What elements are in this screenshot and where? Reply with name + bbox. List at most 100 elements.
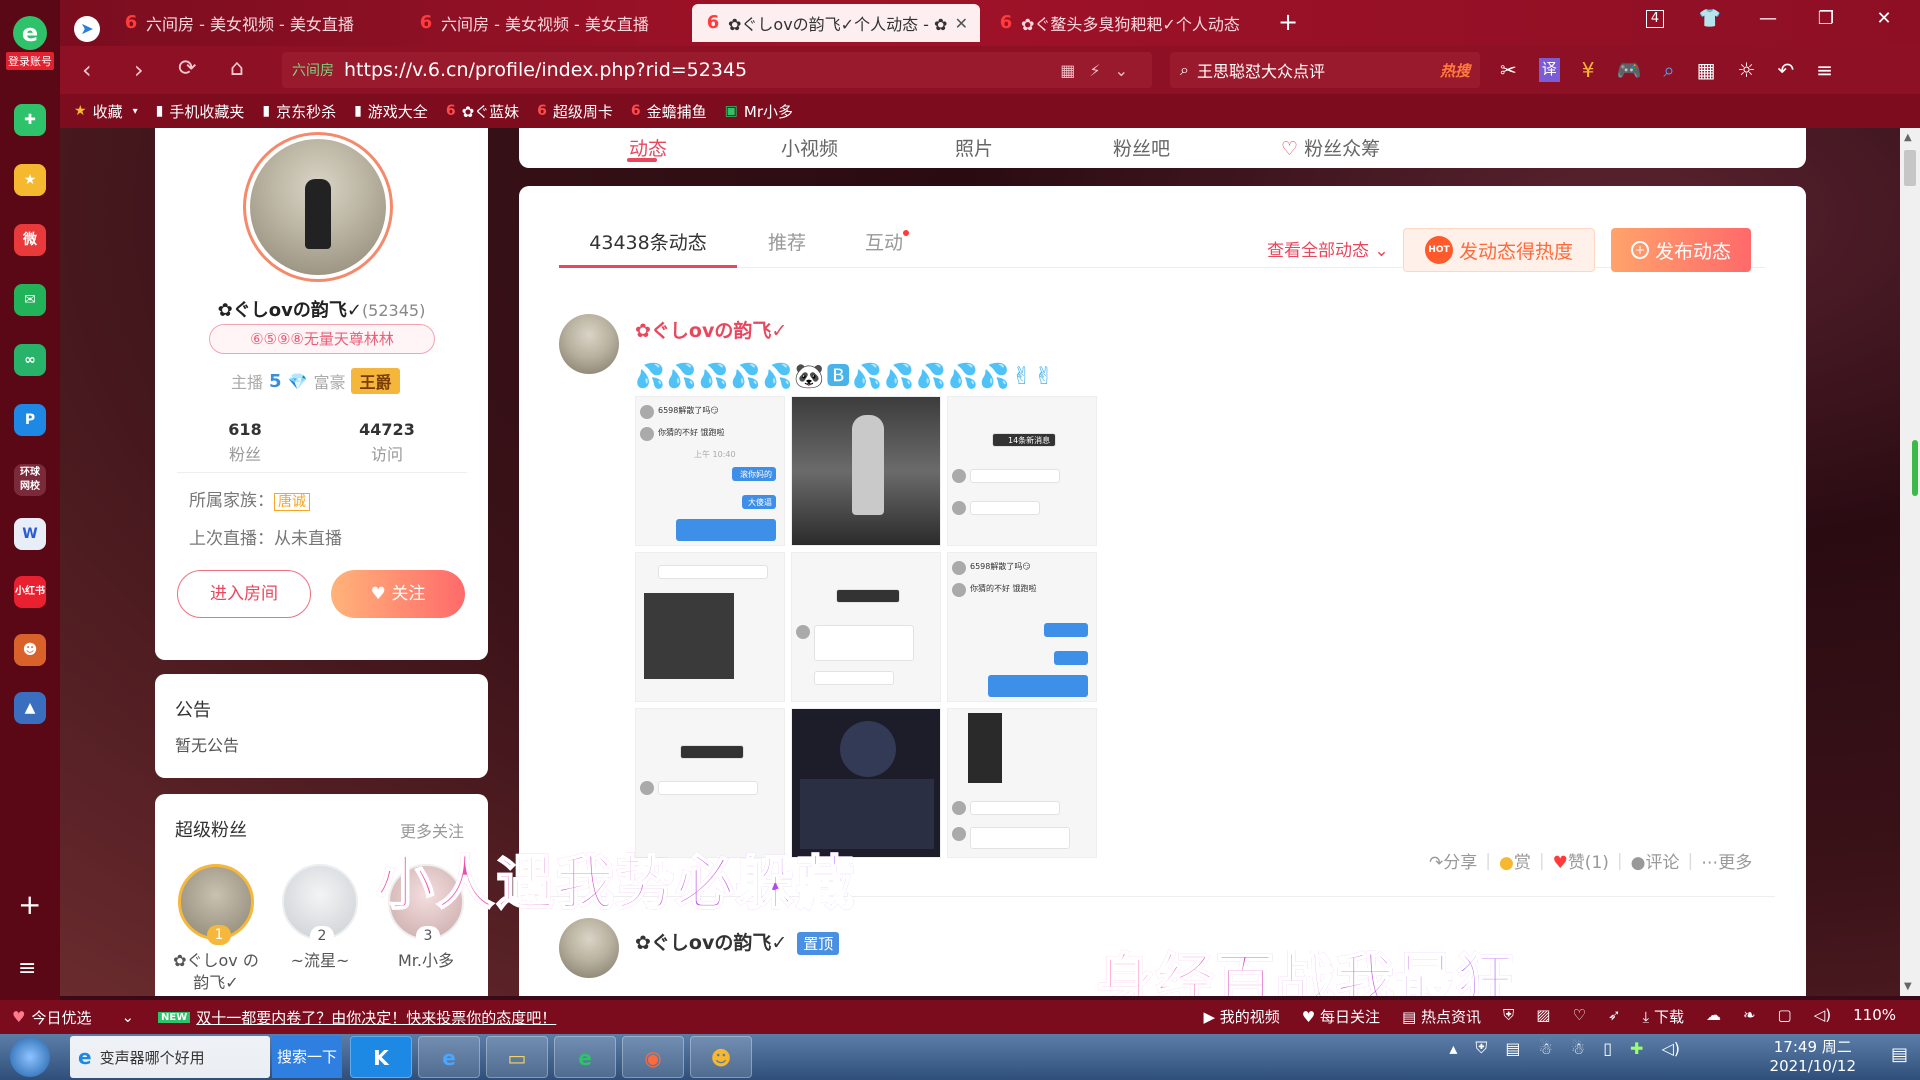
- reward-action[interactable]: ●赏: [1499, 848, 1531, 873]
- color-wheel-app-icon[interactable]: ◉: [622, 1036, 684, 1078]
- p-app-icon[interactable]: P: [14, 404, 46, 436]
- leaf-icon[interactable]: ❧: [1743, 1006, 1756, 1027]
- plus-app-icon[interactable]: ✚: [14, 104, 46, 136]
- health-icon[interactable]: ♡: [1572, 1006, 1585, 1027]
- nav-short-video[interactable]: 小视频: [781, 134, 838, 161]
- gamepad-icon[interactable]: 🎮: [1617, 58, 1642, 82]
- taskbar-search-button[interactable]: 搜索一下: [272, 1036, 342, 1078]
- qq-icon[interactable]: ☃: [1539, 1039, 1553, 1058]
- undo-icon[interactable]: ↶: [1777, 58, 1794, 82]
- bookmark-fishing[interactable]: 6 金蟾捕鱼: [631, 101, 707, 122]
- xiaohongshu-icon[interactable]: 小红书: [14, 576, 46, 608]
- tab-count-icon[interactable]: 4: [1646, 9, 1664, 28]
- page-scrollbar[interactable]: ▲ ▼: [1900, 128, 1920, 996]
- enter-room-button[interactable]: 进入房间: [177, 570, 311, 618]
- fans-stat[interactable]: 618 粉丝: [195, 420, 295, 465]
- speaker-icon[interactable]: ◁): [1814, 1006, 1831, 1027]
- chat-app-icon[interactable]: ☻: [690, 1036, 752, 1078]
- ie-browser-icon[interactable]: e: [418, 1036, 480, 1078]
- cloud-icon[interactable]: ☁: [1706, 1006, 1721, 1027]
- super-fan-2[interactable]: 2 ~流星~: [275, 864, 365, 972]
- chat-screenshot-image[interactable]: 14条新消息: [947, 396, 1097, 546]
- more-action[interactable]: ⋯更多: [1701, 848, 1752, 873]
- bookmark-weekcard[interactable]: 6 超级周卡: [537, 101, 613, 122]
- browser-logo[interactable]: e 登录账号: [6, 16, 54, 72]
- my-videos-link[interactable]: ▶ 我的视频: [1203, 1006, 1279, 1027]
- start-button[interactable]: [10, 1037, 50, 1077]
- tab-profile-active[interactable]: 6 ✿ぐしovの韵飞✓个人动态 - ✿ ✕: [692, 4, 980, 42]
- download-link[interactable]: ⤓ 下载: [1643, 1006, 1684, 1027]
- scroll-down-icon[interactable]: ▼: [1904, 981, 1912, 992]
- publish-post-button[interactable]: + 发布动态: [1611, 228, 1751, 272]
- shield-icon[interactable]: ⛨: [1503, 1006, 1514, 1027]
- bookmark-games[interactable]: ▮ 游戏大全: [354, 101, 428, 122]
- chat-screenshot-image[interactable]: 6598解散了吗😏 你猜的不好 饿跑啦: [947, 552, 1097, 702]
- tab-profile-2[interactable]: 6 ✿ぐ鳌头多臭狗耙耙✓个人动态: [985, 4, 1265, 42]
- system-clock[interactable]: 17:49 周二 2021/10/12: [1770, 1038, 1856, 1076]
- magnifier-icon[interactable]: ⌕: [1663, 58, 1674, 82]
- file-explorer-icon[interactable]: ▭: [486, 1036, 548, 1078]
- taskbar-search-field[interactable]: e 变声器哪个好用: [70, 1036, 270, 1078]
- nav-dynamic[interactable]: 动态: [629, 134, 667, 161]
- tab-liujianfang-1[interactable]: 6 六间房 - 美女视频 - 美女直播: [110, 4, 400, 42]
- rocket-icon[interactable]: ➶: [1608, 1006, 1621, 1027]
- url-input[interactable]: 六间房 https://v.6.cn/profile/index.php?rid…: [282, 52, 1152, 88]
- loop-app-icon[interactable]: ∞: [14, 344, 46, 376]
- bookmark-favorites[interactable]: ★ 收藏 ▾: [74, 101, 138, 122]
- back-arrow-icon[interactable]: ‹: [82, 56, 92, 84]
- scroll-up-icon[interactable]: ▲: [1904, 132, 1912, 143]
- family-tag[interactable]: 唐诚: [274, 493, 310, 511]
- 360-browser-icon[interactable]: e: [554, 1036, 616, 1078]
- nav-crowdfund[interactable]: ♡ 粉丝众筹: [1281, 134, 1380, 161]
- comment-action[interactable]: ●评论: [1631, 848, 1680, 873]
- qq-icon-2[interactable]: ☃: [1571, 1039, 1585, 1058]
- chat-screenshot-image[interactable]: [947, 708, 1097, 858]
- url-action-icons[interactable]: ▦⚡⌄: [1060, 61, 1142, 80]
- follow-button[interactable]: ♥ 关注: [331, 570, 465, 618]
- scissors-icon[interactable]: ✂: [1500, 58, 1517, 82]
- window-icon[interactable]: ▢: [1778, 1006, 1792, 1027]
- taskbar-search-text[interactable]: 变声器哪个好用: [100, 1047, 205, 1068]
- share-action[interactable]: ↷分享: [1429, 848, 1477, 873]
- chat-screenshot-image[interactable]: [791, 552, 941, 702]
- post-author-name[interactable]: ✿ぐしovの韵飞✓: [635, 316, 787, 343]
- volume-icon[interactable]: ◁): [1661, 1039, 1680, 1058]
- post-for-heat-button[interactable]: HOT 发动态得热度: [1403, 228, 1595, 272]
- k-app-icon[interactable]: K: [350, 1036, 412, 1078]
- today-picks[interactable]: ♥ 今日优选 ⌄: [12, 1007, 134, 1028]
- tray-expand-icon[interactable]: ▴: [1449, 1039, 1457, 1058]
- home-icon[interactable]: ⌂: [230, 56, 244, 81]
- chat-screenshot-image[interactable]: [635, 552, 785, 702]
- game-app-icon[interactable]: 环球 网校: [14, 464, 46, 496]
- url-text[interactable]: https://v.6.cn/profile/index.php?rid=523…: [344, 59, 747, 81]
- news-ticker-link[interactable]: 双十一都要内卷了？由你决定！快来投票你的态度吧！: [196, 1007, 556, 1028]
- word-doc-icon[interactable]: W: [14, 518, 46, 550]
- shirt-skin-icon[interactable]: 👕: [1698, 8, 1722, 29]
- bookmark-mobile[interactable]: ▮ 手机收藏夹: [156, 101, 245, 122]
- brightness-icon[interactable]: ☼: [1738, 58, 1756, 82]
- login-label[interactable]: 登录账号: [6, 52, 54, 70]
- more-menu-icon[interactable]: ≡: [1816, 58, 1833, 82]
- tab-liujianfang-2[interactable]: 6 六间房 - 美女视频 - 美女直播: [405, 4, 695, 42]
- security-shield-icon[interactable]: ⛨: [1475, 1038, 1487, 1058]
- tab-all-posts[interactable]: 43438条动态: [559, 220, 737, 268]
- maximize-icon[interactable]: ❐: [1814, 8, 1838, 29]
- bookmark-mrxiaoduo[interactable]: ▣ Mr小多: [725, 101, 793, 122]
- daily-follow-link[interactable]: ♥ 每日关注: [1302, 1006, 1380, 1027]
- view-all-posts-dropdown[interactable]: 查看全部动态 ⌄: [1267, 236, 1389, 261]
- scroll-thumb[interactable]: [1904, 150, 1916, 186]
- network-icon[interactable]: ▯: [1603, 1039, 1612, 1058]
- bookmark-lanmei[interactable]: 6 ✿ぐ蓝妹: [446, 101, 519, 122]
- minimize-icon[interactable]: —: [1756, 8, 1780, 29]
- refresh-icon[interactable]: ⟳: [178, 56, 196, 81]
- post-author-avatar[interactable]: [559, 314, 619, 374]
- coin-icon[interactable]: ¥: [1582, 58, 1595, 82]
- post-author-avatar[interactable]: [559, 918, 619, 978]
- translate-icon[interactable]: 译: [1538, 58, 1560, 82]
- forward-arrow-icon[interactable]: ›: [134, 56, 144, 84]
- like-action[interactable]: ♥赞(1): [1553, 848, 1609, 873]
- navigation-arrow-icon[interactable]: ➤: [74, 10, 100, 48]
- profile-avatar[interactable]: [243, 132, 393, 282]
- search-input[interactable]: ⌕ 王思聪怼大众点评 热搜: [1170, 52, 1480, 88]
- notification-icon[interactable]: ▤: [1891, 1044, 1908, 1065]
